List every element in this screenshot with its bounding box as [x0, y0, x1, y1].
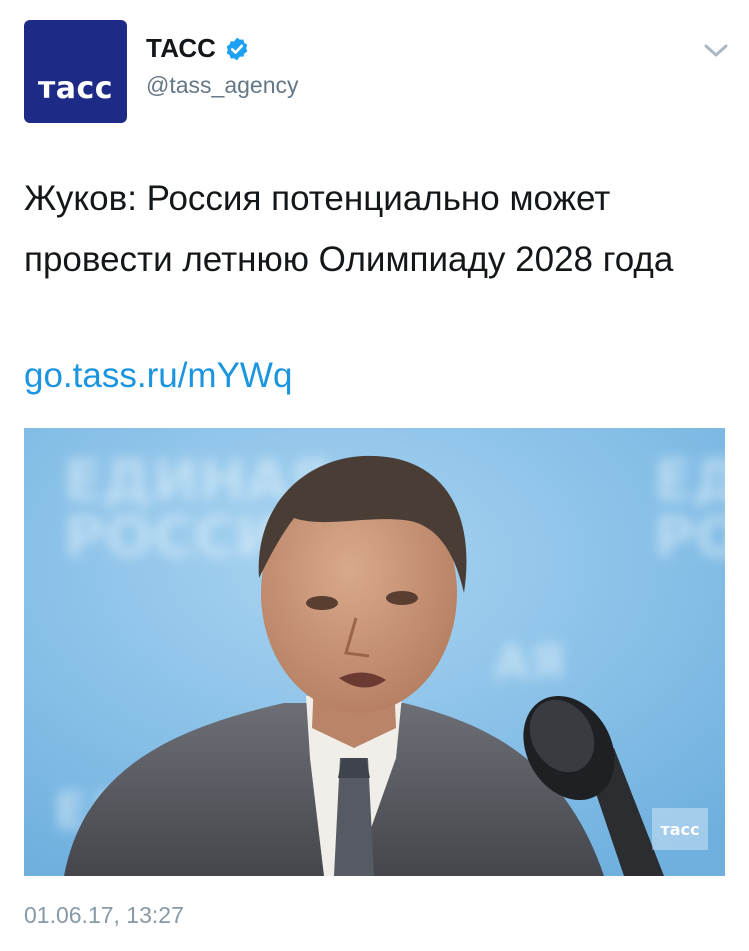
- verified-badge-icon: [224, 36, 250, 62]
- svg-text:АЯ: АЯ: [494, 635, 565, 689]
- tweet-text: Жуков: Россия потенциально может провест…: [24, 179, 674, 279]
- avatar-logo-text: тасс: [37, 70, 114, 106]
- tweet-link[interactable]: go.tass.ru/mYWq: [24, 346, 292, 406]
- tweet-photo[interactable]: ЕДИНАЯ РОССИЯ ЕД РО АЯ ЕД: [24, 428, 725, 876]
- svg-text:РО: РО: [654, 505, 725, 570]
- watermark-text: тасс: [660, 820, 699, 839]
- chevron-down-icon[interactable]: [702, 40, 730, 62]
- account-avatar[interactable]: тасс: [24, 20, 127, 123]
- tweet-timestamp[interactable]: 01.06.17, 13:27: [24, 902, 184, 929]
- account-name-row: ТАСС: [146, 33, 250, 64]
- account-handle[interactable]: @tass_agency: [146, 72, 299, 99]
- tass-watermark: тасс: [652, 808, 708, 850]
- display-name[interactable]: ТАСС: [146, 33, 216, 64]
